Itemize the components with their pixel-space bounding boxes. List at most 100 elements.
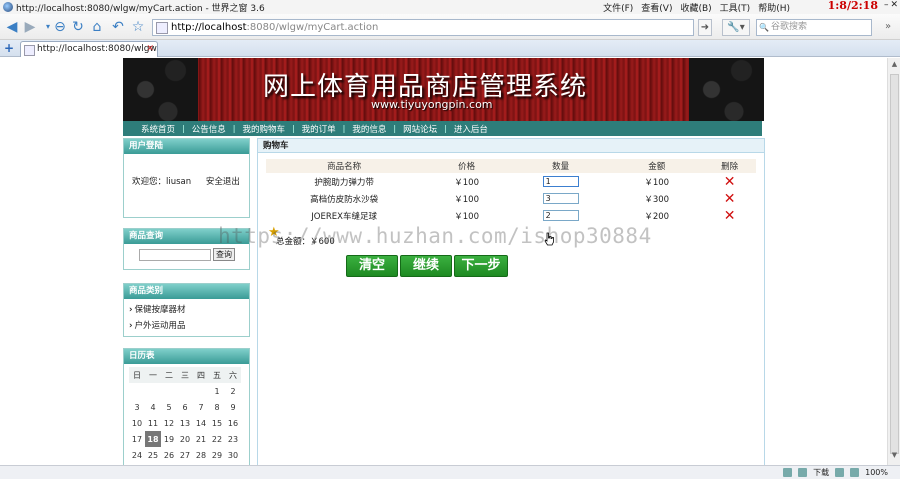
delete-icon[interactable]: ✕ [724, 174, 736, 190]
calendar-day[interactable]: 11 [145, 415, 161, 431]
menu-tools[interactable]: 工具(T) [720, 1, 751, 14]
cart-product-name[interactable]: 高档仿皮防水沙袋 [310, 195, 378, 205]
calendar-day[interactable]: 5 [161, 399, 177, 415]
logout-link[interactable]: 安全退出 [206, 177, 240, 187]
calendar-day[interactable]: 13 [177, 415, 193, 431]
nav-admin[interactable]: 进入后台 [454, 123, 488, 135]
calendar-day[interactable]: 25 [145, 447, 161, 463]
status-download[interactable]: 下载 [813, 467, 829, 478]
menu-view[interactable]: 查看(V) [641, 1, 672, 14]
clear-cart-button[interactable]: 清空 [346, 255, 398, 277]
calendar-day[interactable]: 7 [193, 399, 209, 415]
nav-forum[interactable]: 网站论坛 [403, 123, 437, 135]
calendar-day[interactable]: 27 [177, 447, 193, 463]
table-row: JOEREX车缝足球 ￥100 2 ￥200 ✕ [266, 207, 756, 224]
menu-favorites[interactable]: 收藏(B) [680, 1, 711, 14]
delete-icon[interactable]: ✕ [724, 208, 736, 224]
col-price: 价格 [422, 159, 511, 173]
calendar-day[interactable]: 9 [225, 399, 241, 415]
calendar-day[interactable]: 15 [209, 415, 225, 431]
calendar-day[interactable]: 12 [161, 415, 177, 431]
calendar-day[interactable]: 17 [129, 431, 145, 447]
nav-home[interactable]: 系统首页 [141, 123, 175, 135]
quantity-input[interactable]: 1 [542, 176, 579, 187]
close-window-icon[interactable]: ✕ [890, 0, 898, 10]
calendar-week: 24 25 26 27 28 29 30 [129, 447, 241, 463]
calendar-day[interactable]: 3 [129, 399, 145, 415]
calendar-day[interactable]: 8 [209, 399, 225, 415]
category-item[interactable]: 户外运动用品 [124, 319, 249, 331]
nav-myorders[interactable]: 我的订单 [302, 123, 336, 135]
cart-product-name[interactable]: 护腕助力弹力带 [314, 178, 374, 188]
refresh-icon[interactable]: ↻ [70, 19, 86, 35]
quantity-input[interactable]: 3 [542, 193, 579, 204]
undo-close-icon[interactable]: ↶ [110, 19, 126, 35]
delete-icon[interactable]: ✕ [724, 191, 736, 207]
calendar-day[interactable]: 20 [177, 431, 193, 447]
menu-help[interactable]: 帮助(H) [758, 1, 790, 14]
status-sound-icon[interactable] [850, 468, 860, 477]
calendar-day[interactable]: 30 [225, 447, 241, 463]
cart-product-name[interactable]: JOEREX车缝足球 [311, 212, 377, 222]
scroll-thumb[interactable] [890, 74, 899, 454]
category-panel-title: 商品类别 [124, 284, 249, 299]
calendar-day[interactable]: 26 [161, 447, 177, 463]
minimize-icon[interactable]: – [884, 0, 889, 10]
tab-close-icon[interactable]: ✕ [146, 42, 154, 56]
back-icon[interactable]: ◀ [4, 19, 20, 35]
new-tab-icon[interactable]: + [4, 41, 14, 55]
forward-icon[interactable]: ▶ [22, 19, 38, 35]
stop-icon[interactable]: ⊖ [52, 19, 68, 35]
status-screenshot-icon[interactable] [835, 468, 845, 477]
calendar-panel: 日历表 日 一 二 三 四 五 六 1 2 3 4 5 6 7 8 9 10 11 12 13 14 15 1… [123, 348, 250, 465]
calendar-day[interactable]: 16 [225, 415, 241, 431]
scroll-down-icon[interactable]: ▼ [888, 451, 900, 463]
status-zoom[interactable]: 100% [865, 468, 888, 477]
search-input[interactable]: 谷歌搜索 [756, 19, 872, 36]
tools-wrench-icon[interactable]: 🔧▾ [722, 19, 750, 36]
favorite-star-icon[interactable]: ☆ [130, 19, 146, 35]
calendar-day[interactable]: 29 [209, 447, 225, 463]
col-quantity: 数量 [510, 159, 611, 173]
product-search-button[interactable]: 查询 [213, 248, 235, 261]
site-banner: 网上体育用品商店管理系统 www.tiyuyongpin.com [123, 58, 764, 121]
browser-toolbar: ◀ ▶ ▾ ⊖ ↻ ⌂ ↶ ☆ http://localhost:8080/wl… [0, 14, 900, 40]
calendar-day[interactable]: 19 [161, 431, 177, 447]
home-icon[interactable]: ⌂ [89, 19, 105, 35]
page-scrollbar[interactable]: ▲ ▼ [887, 58, 900, 465]
calendar-day[interactable]: 2 [225, 383, 241, 399]
calendar-week: 10 11 12 13 14 15 16 [129, 415, 241, 431]
address-bar[interactable]: http://localhost:8080/wlgw/myCart.action [152, 19, 694, 36]
menu-file[interactable]: 文件(F) [603, 1, 633, 14]
calendar-day[interactable]: 6 [177, 399, 193, 415]
continue-shopping-button[interactable]: 继续 [400, 255, 452, 277]
go-arrow-icon[interactable]: ➜ [698, 19, 712, 36]
cart-header-row: 商品名称 价格 数量 金额 删除 [266, 159, 756, 173]
scroll-up-icon[interactable]: ▲ [888, 60, 900, 72]
calendar-day[interactable]: 24 [129, 447, 145, 463]
nav-notices[interactable]: 公告信息 [192, 123, 226, 135]
tab-title: http://localhost:8080/wlgw... [37, 44, 158, 54]
calendar-day[interactable]: 10 [129, 415, 145, 431]
product-keyword-input[interactable] [139, 249, 211, 261]
calendar-day[interactable]: 18 [145, 431, 161, 447]
tab-mycart[interactable]: http://localhost:8080/wlgw... ✕ [20, 41, 158, 57]
calendar-day[interactable]: 22 [209, 431, 225, 447]
calendar-day[interactable]: 28 [193, 447, 209, 463]
status-network-icon [783, 468, 793, 477]
nav-mycart[interactable]: 我的购物车 [242, 123, 285, 135]
category-item[interactable]: 保健按摩器材 [124, 303, 249, 315]
nav-myinfo[interactable]: 我的信息 [352, 123, 386, 135]
quantity-input[interactable]: 2 [542, 210, 579, 221]
login-panel-title: 用户登陆 [124, 139, 249, 154]
calendar-day[interactable]: 1 [209, 383, 225, 399]
next-step-button[interactable]: 下一步 [454, 255, 508, 277]
calendar-day[interactable]: 23 [225, 431, 241, 447]
toolbar-overflow-icon[interactable]: » [880, 19, 896, 35]
menu-bar: 文件(F) 查看(V) 收藏(B) 工具(T) 帮助(H) [603, 1, 790, 14]
calendar-day[interactable]: 21 [193, 431, 209, 447]
status-download-icon[interactable] [798, 468, 808, 477]
calendar-day[interactable]: 14 [193, 415, 209, 431]
col-delete: 删除 [703, 159, 756, 173]
calendar-day[interactable]: 4 [145, 399, 161, 415]
